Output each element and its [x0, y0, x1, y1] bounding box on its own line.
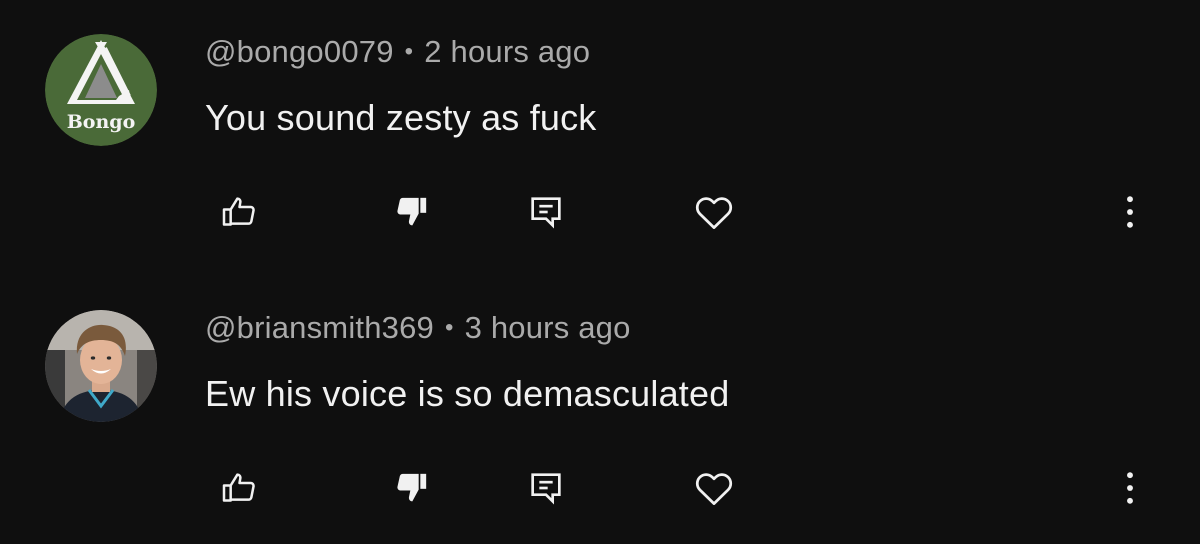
bongo-logo-icon: Bongo — [45, 34, 157, 146]
comment-text: Ew his voice is so demasculated — [205, 373, 730, 414]
thumbs-down-icon — [397, 473, 427, 502]
reply-icon — [531, 473, 561, 505]
meta-separator: • — [445, 314, 454, 341]
profile-photo-icon — [45, 310, 157, 422]
reply-button[interactable] — [524, 466, 568, 510]
avatar[interactable] — [45, 310, 157, 422]
comment-item: @briansmith369 • 3 hours ago Ew his voice … — [0, 276, 1200, 544]
more-vertical-icon — [1127, 196, 1133, 228]
comment-actions — [0, 466, 1200, 516]
more-options-button[interactable] — [1108, 466, 1152, 510]
comment-meta: @briansmith369 • 3 hours ago — [205, 310, 631, 346]
thumbs-down-icon — [397, 197, 427, 226]
heart-icon — [695, 473, 733, 505]
more-vertical-icon — [1127, 472, 1133, 504]
author-handle[interactable]: @bongo0079 — [205, 34, 394, 69]
comment-item: Bongo @bongo0079 • 2 hours ago You sound z… — [0, 0, 1200, 272]
thumbs-up-icon — [222, 473, 255, 502]
author-handle[interactable]: @briansmith369 — [205, 310, 434, 345]
like-button[interactable] — [217, 190, 261, 234]
comment-text: You sound zesty as fuck — [205, 97, 597, 138]
comment-time: 2 hours ago — [424, 34, 591, 69]
heart-icon — [695, 197, 733, 229]
reply-icon — [531, 197, 561, 229]
heart-button[interactable] — [692, 466, 736, 510]
comment-meta: @bongo0079 • 2 hours ago — [205, 34, 590, 70]
like-button[interactable] — [217, 466, 261, 510]
comment-time: 3 hours ago — [464, 310, 631, 345]
avatar[interactable]: Bongo — [45, 34, 157, 146]
avatar-logo-text: Bongo — [67, 111, 136, 133]
thumbs-up-icon — [222, 197, 255, 226]
comment-actions — [0, 190, 1200, 240]
meta-separator: • — [404, 38, 414, 65]
dislike-button[interactable] — [390, 190, 434, 234]
heart-button[interactable] — [692, 190, 736, 234]
reply-button[interactable] — [524, 190, 568, 234]
more-options-button[interactable] — [1108, 190, 1152, 234]
comment-feed: Bongo @bongo0079 • 2 hours ago You sound z… — [0, 0, 1200, 544]
dislike-button[interactable] — [390, 466, 434, 510]
